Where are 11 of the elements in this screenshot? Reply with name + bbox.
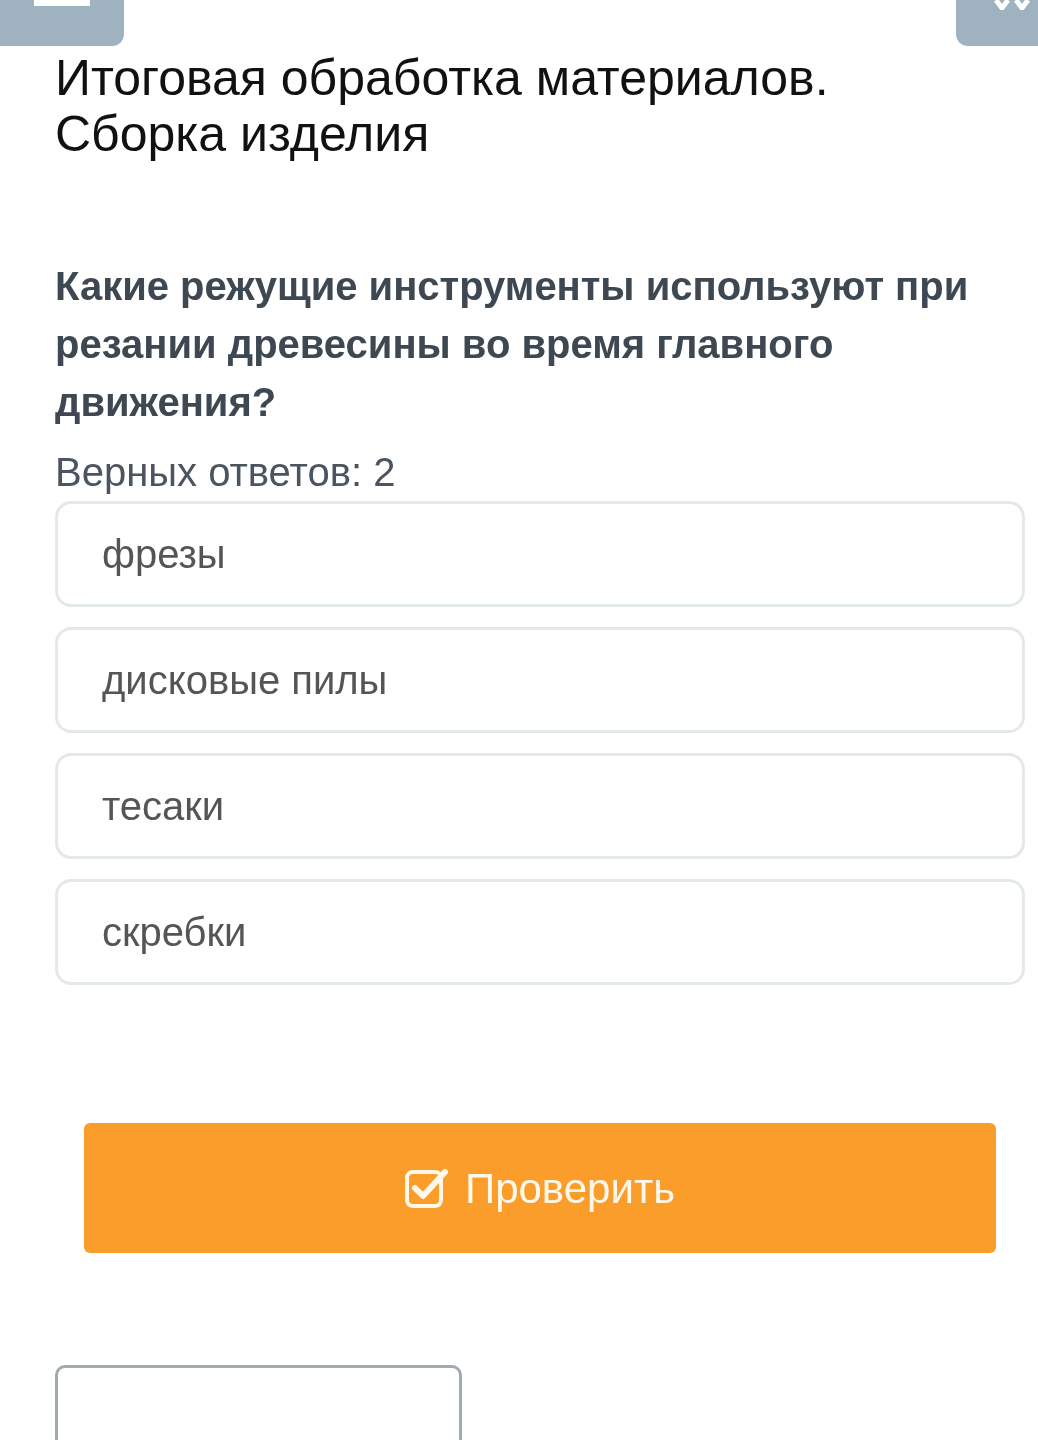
question-text: Какие режущие инструменты используют при резании древесины во время главного движения? xyxy=(55,263,970,426)
menu-button[interactable] xyxy=(0,0,124,46)
menu-icon xyxy=(34,0,90,6)
answer-option[interactable]: фрезы xyxy=(55,501,1025,607)
close-button[interactable] xyxy=(956,0,1038,46)
page-title: Итоговая обработка материалов. Сборка изделия xyxy=(55,50,830,162)
checkbox-icon xyxy=(404,1168,449,1208)
answer-count: Верных ответов: 2 xyxy=(55,449,397,496)
answer-option[interactable]: дисковые пилы xyxy=(55,627,1025,733)
answer-option[interactable]: тесаки xyxy=(55,753,1025,859)
answer-option[interactable]: скребки xyxy=(55,879,1025,985)
